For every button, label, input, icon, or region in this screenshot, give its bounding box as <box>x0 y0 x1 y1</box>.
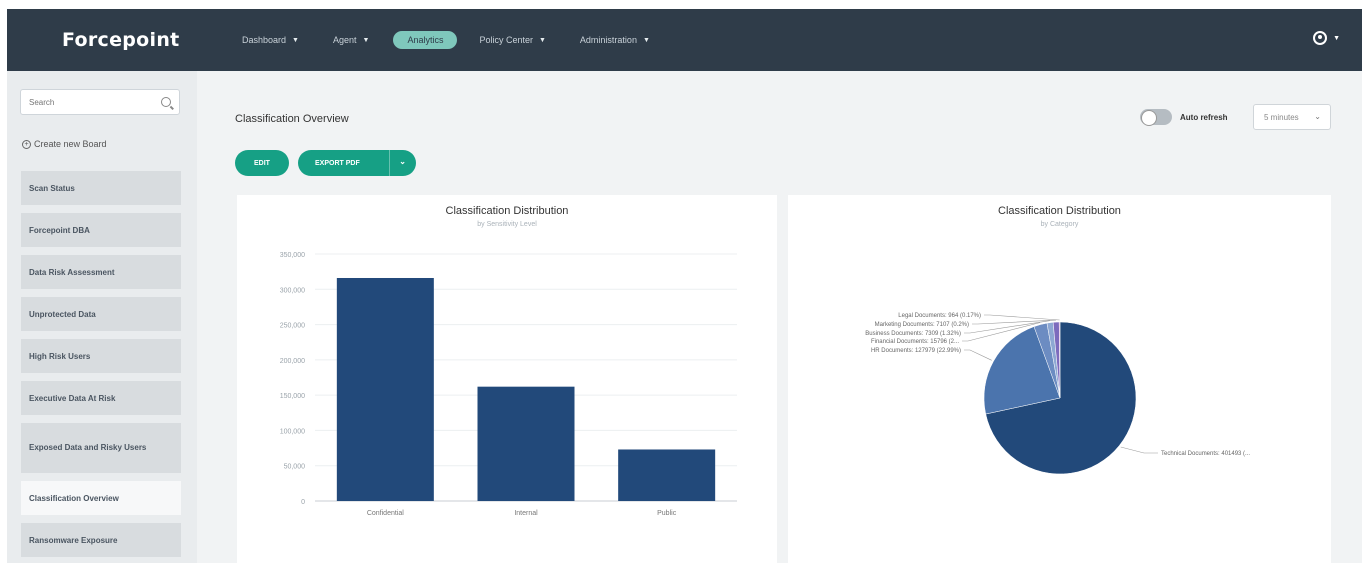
auto-refresh: Auto refresh <box>1140 109 1228 126</box>
sidebar-item-classification-overview[interactable]: Classification Overview <box>21 481 181 515</box>
nav-analytics-label: Analytics <box>407 35 444 45</box>
search-input[interactable] <box>29 97 161 107</box>
pie-slice-label: Business Documents: 7309 (1.32%) <box>865 331 961 337</box>
chevron-down-icon: ⌄ <box>1314 112 1321 121</box>
plus-circle-icon: + <box>22 139 31 149</box>
y-tick-label: 100,000 <box>280 428 305 435</box>
bar-chart: 0 50,000 100,000 150,000 200,000 250,000 300,0… <box>280 252 737 517</box>
user-icon <box>1313 31 1328 45</box>
sensitivity-chart-card: Classification Distribution by Sensitivi… <box>237 195 777 563</box>
chart-subtitle: by Category <box>1040 221 1079 228</box>
nav-dashboard-label: Dashboard <box>242 35 287 45</box>
nav-policy-center[interactable]: Policy Center ▼ <box>479 35 545 45</box>
nav-administration[interactable]: Administration ▼ <box>580 35 650 45</box>
nav-agent[interactable]: Agent ▼ <box>333 35 369 45</box>
auto-refresh-label: Auto refresh <box>1180 112 1228 122</box>
main-content: Classification Overview EDIT EXPORT PDF … <box>197 71 1362 563</box>
y-tick-label: 200,000 <box>280 358 305 365</box>
y-tick-label: 300,000 <box>280 287 305 294</box>
main-nav: Dashboard ▼ Agent ▼ Analytics Policy Cente… <box>242 31 684 49</box>
nav-analytics[interactable]: Analytics <box>393 31 458 49</box>
create-board-label: Create new Board <box>34 139 107 149</box>
x-tick-label: Public <box>657 510 677 517</box>
sidebar-item-executive-data-at-risk[interactable]: Executive Data At Risk <box>21 381 181 415</box>
button-divider <box>389 150 390 176</box>
x-tick-label: Internal <box>514 510 538 517</box>
chevron-down-icon: ▼ <box>642 36 650 44</box>
export-pdf-button[interactable]: EXPORT PDF ⌄ <box>298 150 416 176</box>
search-icon[interactable] <box>161 97 171 107</box>
sidebar-item-high-risk-users[interactable]: High Risk Users <box>21 339 181 373</box>
sidebar-item-data-risk-assessment[interactable]: Data Risk Assessment <box>21 255 181 289</box>
nav-dashboard[interactable]: Dashboard ▼ <box>242 35 299 45</box>
y-tick-label: 250,000 <box>280 323 305 330</box>
top-nav-bar: Forcepoint Dashboard ▼ Agent ▼ Analytics P… <box>7 9 1362 71</box>
nav-agent-label: Agent <box>332 35 357 45</box>
bar-public[interactable] <box>618 449 716 501</box>
export-pdf-label: EXPORT PDF <box>315 159 360 167</box>
sidebar: + Create new Board Scan Status Forcepoin… <box>7 71 197 563</box>
chevron-down-icon: ▼ <box>538 36 546 44</box>
pie-slice-label: Financial Documents: 15796 (2... <box>871 339 959 345</box>
chevron-down-icon: ▼ <box>292 36 299 44</box>
refresh-interval-value: 5 minutes <box>1264 112 1299 122</box>
page-title: Classification Overview <box>235 113 349 125</box>
y-tick-label: 350,000 <box>280 252 305 259</box>
bar-internal[interactable] <box>477 386 575 501</box>
x-tick-label: Confidential <box>367 510 404 517</box>
auto-refresh-toggle[interactable] <box>1140 109 1172 126</box>
bar-confidential[interactable] <box>336 277 434 501</box>
chart-title: Classification Distribution <box>445 205 569 217</box>
y-tick-label: 150,000 <box>280 393 305 400</box>
create-board-button[interactable]: + Create new Board <box>22 139 107 149</box>
category-chart-card: Classification Distribution by Category … <box>788 195 1331 563</box>
pie-slice-label: Technical Documents: 401493 (... <box>1161 451 1250 457</box>
forcepoint-logo[interactable]: Forcepoint <box>7 29 179 51</box>
refresh-interval-select[interactable]: 5 minutes ⌄ <box>1253 104 1331 130</box>
chevron-down-icon[interactable]: ⌄ <box>399 157 406 166</box>
board-list: Scan Status Forcepoint DBA Data Risk Ass… <box>21 171 181 563</box>
search-box[interactable] <box>20 89 180 115</box>
label-leader-line <box>972 319 1057 325</box>
pie-slice-label: HR Documents: 127979 (22.99%) <box>871 348 961 354</box>
label-leader-line <box>984 314 1060 321</box>
pie-slice-label: Legal Documents: 964 (0.17%) <box>898 313 981 319</box>
sidebar-item-scan-status[interactable]: Scan Status <box>21 171 181 205</box>
sidebar-item-unprotected-data[interactable]: Unprotected Data <box>21 297 181 331</box>
user-menu[interactable]: ▼ <box>1313 31 1340 45</box>
chart-title: Classification Distribution <box>998 205 1121 217</box>
label-leader-line <box>1120 446 1158 454</box>
y-tick-label: 0 <box>301 499 305 506</box>
sidebar-item-exposed-data[interactable]: Exposed Data and Risky Users <box>21 423 181 473</box>
nav-policy-center-label: Policy Center <box>479 35 533 45</box>
nav-administration-label: Administration <box>579 35 637 45</box>
chevron-down-icon: ▼ <box>362 36 370 44</box>
chart-subtitle: by Sensitivity Level <box>477 221 537 228</box>
chevron-down-icon: ▼ <box>1333 34 1340 42</box>
edit-button[interactable]: EDIT <box>235 150 289 176</box>
pie-chart: Technical Documents: 401493 (... HR Docum… <box>865 313 1250 475</box>
sidebar-item-ransomware-exposure[interactable]: Ransomware Exposure <box>21 523 181 557</box>
label-leader-line <box>964 349 992 361</box>
pie-slice-label: Marketing Documents: 7107 (0.2%) <box>875 322 969 328</box>
sidebar-item-forcepoint-dba[interactable]: Forcepoint DBA <box>21 213 181 247</box>
y-tick-label: 50,000 <box>284 464 306 471</box>
